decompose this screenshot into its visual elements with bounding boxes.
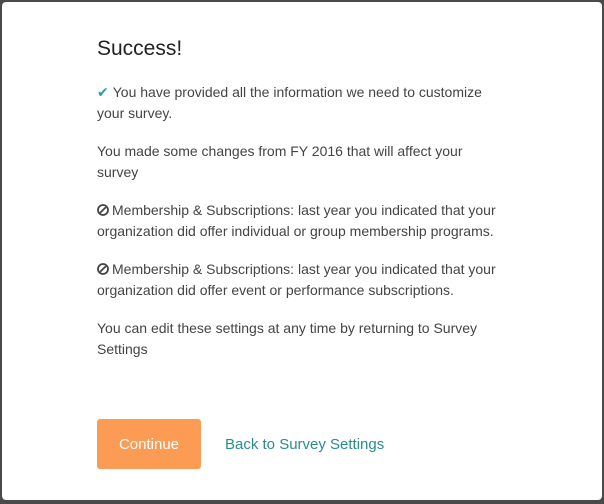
dialog-title: Success! — [97, 37, 183, 60]
checkmark-icon: ✔ — [97, 84, 109, 100]
notice-text: Membership & Subscriptions: last year yo… — [97, 261, 496, 298]
disabled-circle-icon — [97, 204, 109, 216]
success-dialog: Success! ✔ You have provided all the info… — [2, 2, 602, 500]
disabled-circle-icon — [97, 263, 109, 275]
dialog-body: Success! ✔ You have provided all the info… — [97, 36, 507, 377]
edit-settings-note: You can edit these settings at any time … — [97, 320, 478, 357]
notice-item: Membership & Subscriptions: last year yo… — [97, 259, 507, 301]
confirmation-text: You have provided all the information we… — [97, 84, 482, 121]
dialog-actions: Continue Back to Survey Settings — [97, 419, 384, 469]
notice-item: Membership & Subscriptions: last year yo… — [97, 200, 507, 242]
confirmation-message: ✔ You have provided all the information w… — [97, 82, 507, 124]
continue-button[interactable]: Continue — [97, 419, 201, 469]
back-to-survey-settings-link[interactable]: Back to Survey Settings — [225, 436, 384, 453]
changes-intro: You made some changes from FY 2016 that … — [97, 143, 463, 180]
notice-text: Membership & Subscriptions: last year yo… — [97, 202, 496, 239]
